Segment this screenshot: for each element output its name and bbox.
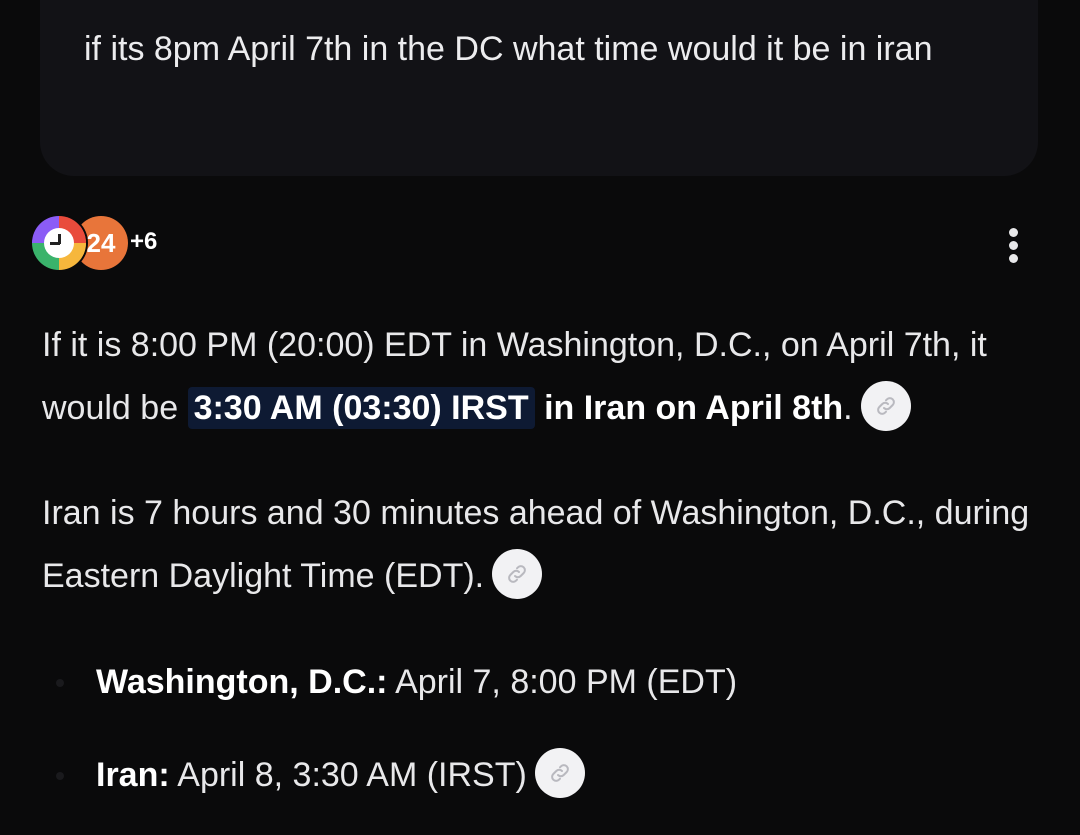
sources-more-count: +6 [130, 228, 158, 255]
sources-chip[interactable]: 24 +6 [32, 214, 232, 272]
more-vertical-icon[interactable] [1006, 228, 1022, 264]
citation-link-button[interactable] [492, 549, 543, 600]
clock-source-icon [32, 216, 86, 270]
list-item: Washington, D.C.: April 7, 8:00 PM (EDT) [56, 651, 738, 714]
bullet-label: Washington, D.C.: [96, 663, 388, 701]
bullet-dot [56, 679, 64, 687]
citation-link-button[interactable] [860, 381, 911, 432]
answer-paragraph-1: If it is 8:00 PM (20:00) EDT in Washingt… [42, 314, 1032, 440]
answer-paragraph-2: Iran is 7 hours and 30 minutes ahead of … [42, 482, 1032, 608]
list-item: Iran: April 8, 3:30 AM (IRST) [56, 744, 585, 807]
bullet-dot [56, 772, 64, 780]
bullet-value: April 7, 8:00 PM (EDT) [395, 663, 738, 701]
bullet-label: Iran: [96, 756, 170, 794]
answer-bold-location: in Iran on April 8th [544, 389, 844, 427]
user-message-text: if its 8pm April 7th in the DC what time… [84, 30, 933, 68]
answer-p1-end: . [843, 389, 853, 427]
citation-link-button[interactable] [534, 748, 585, 799]
answer-highlight-time: 3:30 AM (03:30) IRST [187, 387, 535, 429]
bullet-value: April 8, 3:30 AM (IRST) [177, 756, 527, 794]
